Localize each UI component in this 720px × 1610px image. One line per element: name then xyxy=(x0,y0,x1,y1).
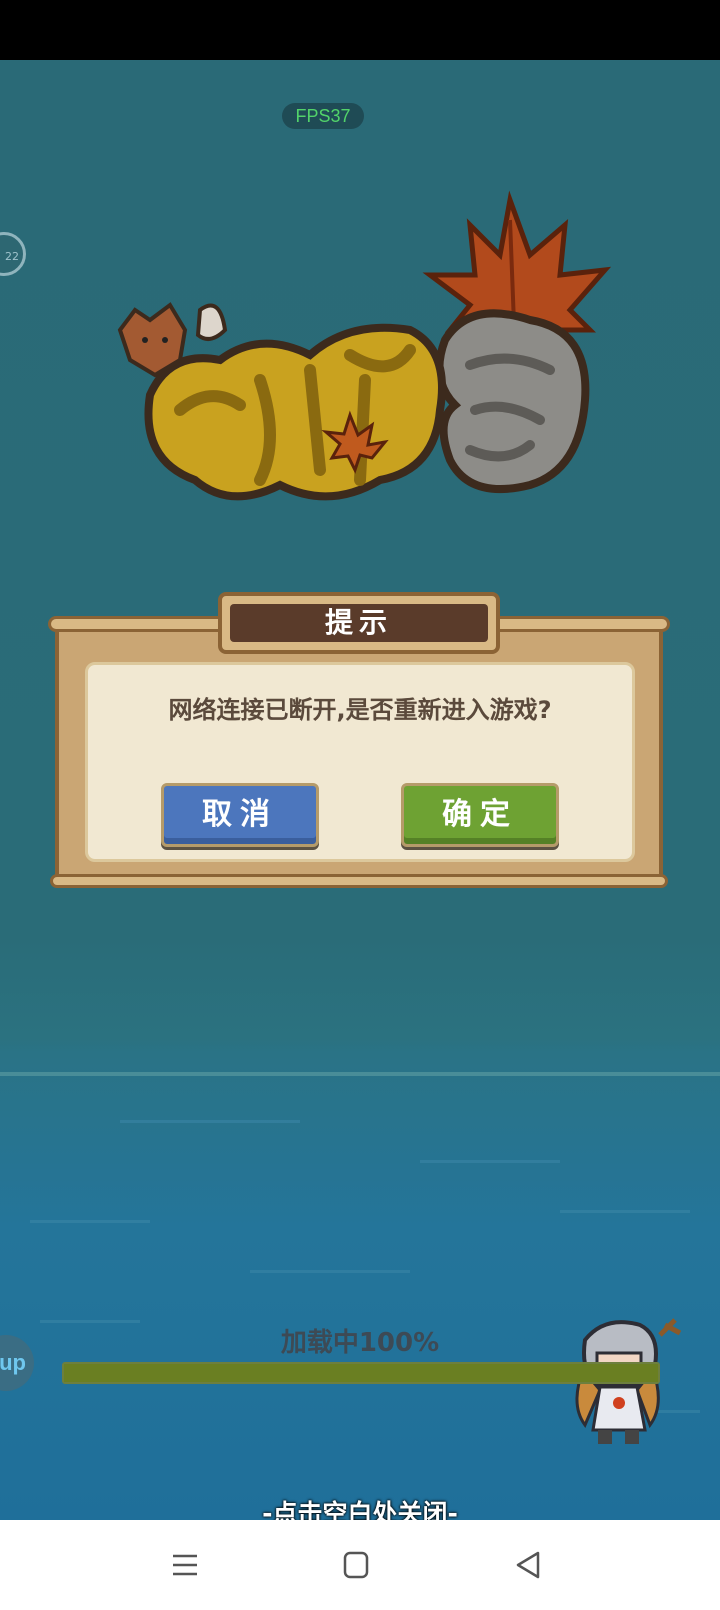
loading-progress-bar xyxy=(62,1362,660,1384)
dialog-message: 网络连接已断开,是否重新进入游戏? xyxy=(168,696,552,724)
sea-wave xyxy=(420,1160,560,1163)
fps-counter: FPS37 xyxy=(282,103,364,129)
dialog-title: 提示 xyxy=(230,604,488,642)
sea-wave xyxy=(560,1210,690,1213)
game-logo xyxy=(117,190,612,501)
dialog-title-plaque: 提示 xyxy=(218,592,500,654)
sea-wave xyxy=(120,1120,300,1123)
sea-wave xyxy=(30,1220,150,1223)
horizon-line xyxy=(0,1072,720,1076)
sea-wave xyxy=(250,1270,410,1273)
status-bar xyxy=(0,0,720,60)
loading-label: 加载中100% xyxy=(280,1328,440,1358)
close-hint-text[interactable]: -点击空白处关闭- xyxy=(0,1494,720,1520)
floating-ball-button[interactable]: 22 xyxy=(0,232,26,276)
cancel-button[interactable]: 取消 xyxy=(161,783,319,847)
system-navigation-bar xyxy=(0,1520,720,1610)
menu-icon[interactable] xyxy=(165,1548,205,1582)
confirm-button[interactable]: 确定 xyxy=(401,783,559,847)
home-square-icon[interactable] xyxy=(336,1548,376,1582)
loading-progress-fill xyxy=(64,1364,658,1382)
back-triangle-icon[interactable] xyxy=(508,1548,548,1582)
dialog-bottom-rod xyxy=(50,874,668,888)
